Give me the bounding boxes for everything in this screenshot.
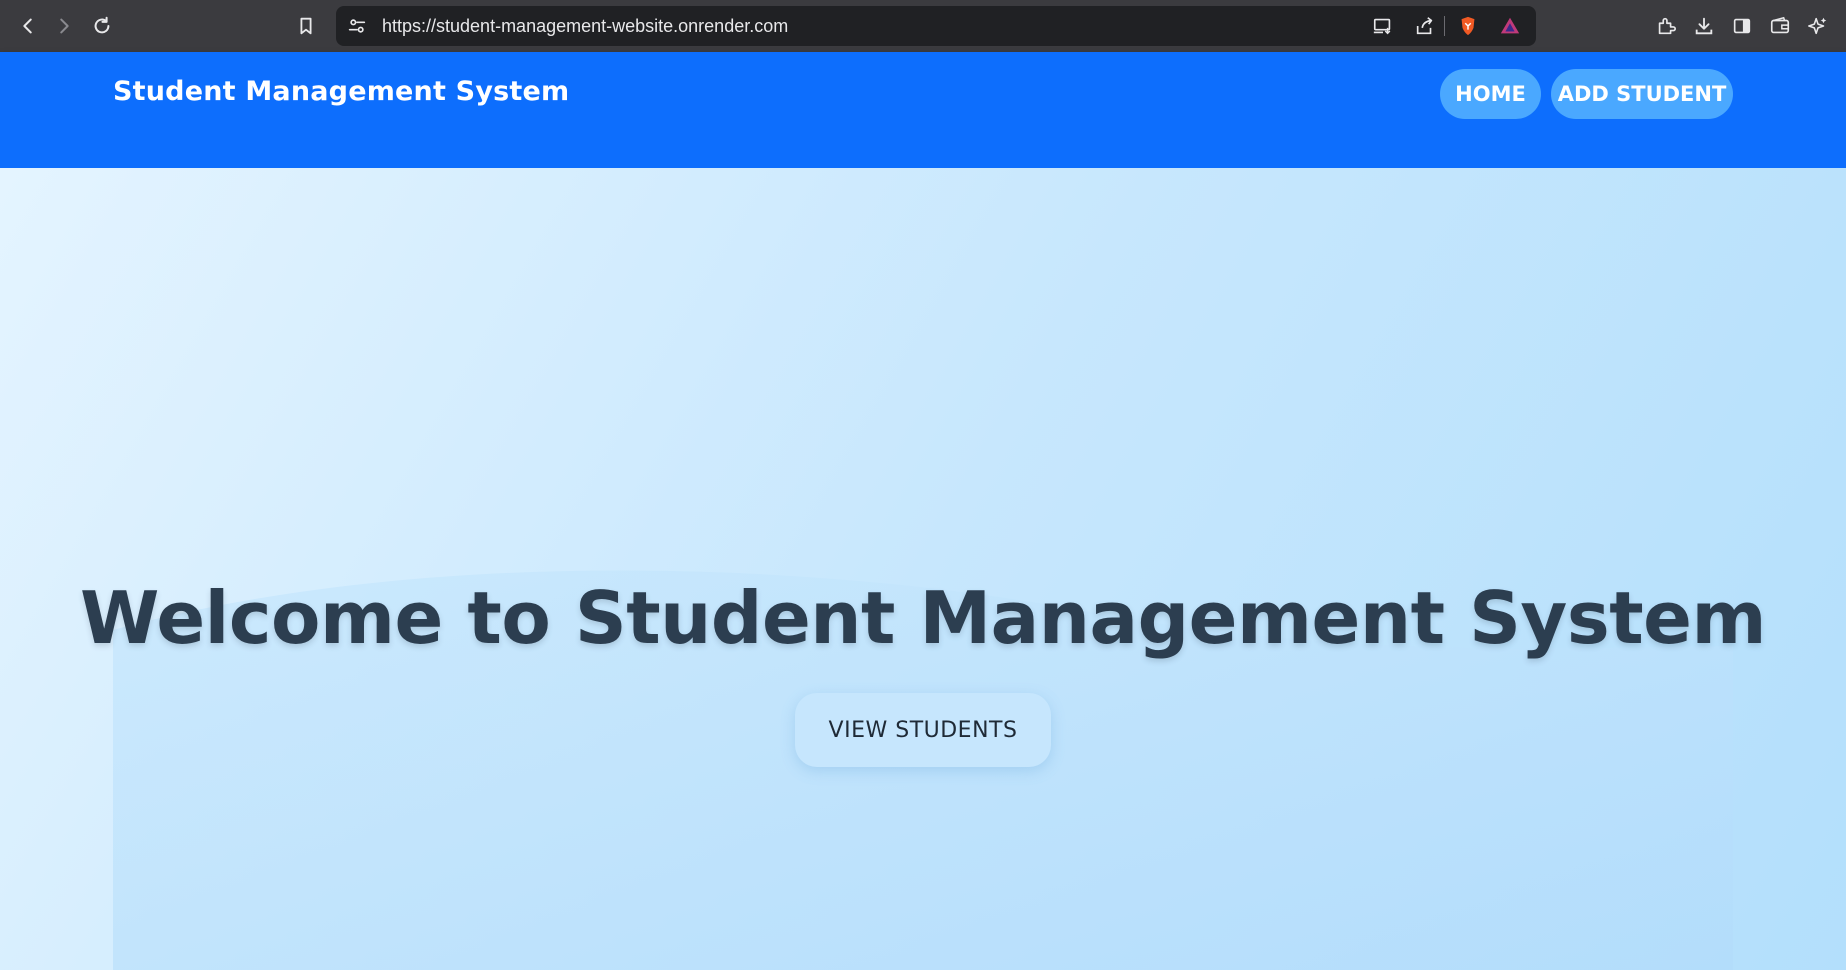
share-icon[interactable]	[1414, 15, 1436, 37]
nav-home-button[interactable]: HOME	[1440, 69, 1541, 119]
toolbar-divider	[1444, 16, 1445, 36]
hero-section: Welcome to Student Management System VIE…	[0, 168, 1846, 970]
brave-rewards-icon[interactable]	[1499, 15, 1521, 37]
extensions-icon[interactable]	[1652, 12, 1680, 40]
reload-icon[interactable]	[88, 12, 116, 40]
browser-toolbar: https://student-management-website.onren…	[0, 0, 1846, 52]
bookmark-icon[interactable]	[292, 12, 320, 40]
nav-add-student-button[interactable]: ADD STUDENT	[1551, 69, 1733, 119]
back-icon[interactable]	[14, 12, 42, 40]
brave-shields-icon[interactable]	[1457, 15, 1479, 37]
wallet-icon[interactable]	[1766, 12, 1794, 40]
view-students-button[interactable]: VIEW STUDENTS	[795, 693, 1051, 767]
sidebar-icon[interactable]	[1728, 12, 1756, 40]
site-settings-icon[interactable]	[346, 15, 368, 37]
forward-icon[interactable]	[50, 12, 78, 40]
url-text[interactable]: https://student-management-website.onren…	[382, 6, 788, 46]
download-icon[interactable]	[1690, 12, 1718, 40]
address-bar[interactable]: https://student-management-website.onren…	[336, 6, 1536, 46]
site-navbar: Student Management System HOME ADD STUDE…	[0, 52, 1846, 168]
brand-title[interactable]: Student Management System	[113, 76, 569, 107]
leo-ai-icon[interactable]	[1804, 12, 1832, 40]
cast-icon[interactable]	[1372, 15, 1394, 37]
hero-title: Welcome to Student Management System	[80, 576, 1767, 660]
